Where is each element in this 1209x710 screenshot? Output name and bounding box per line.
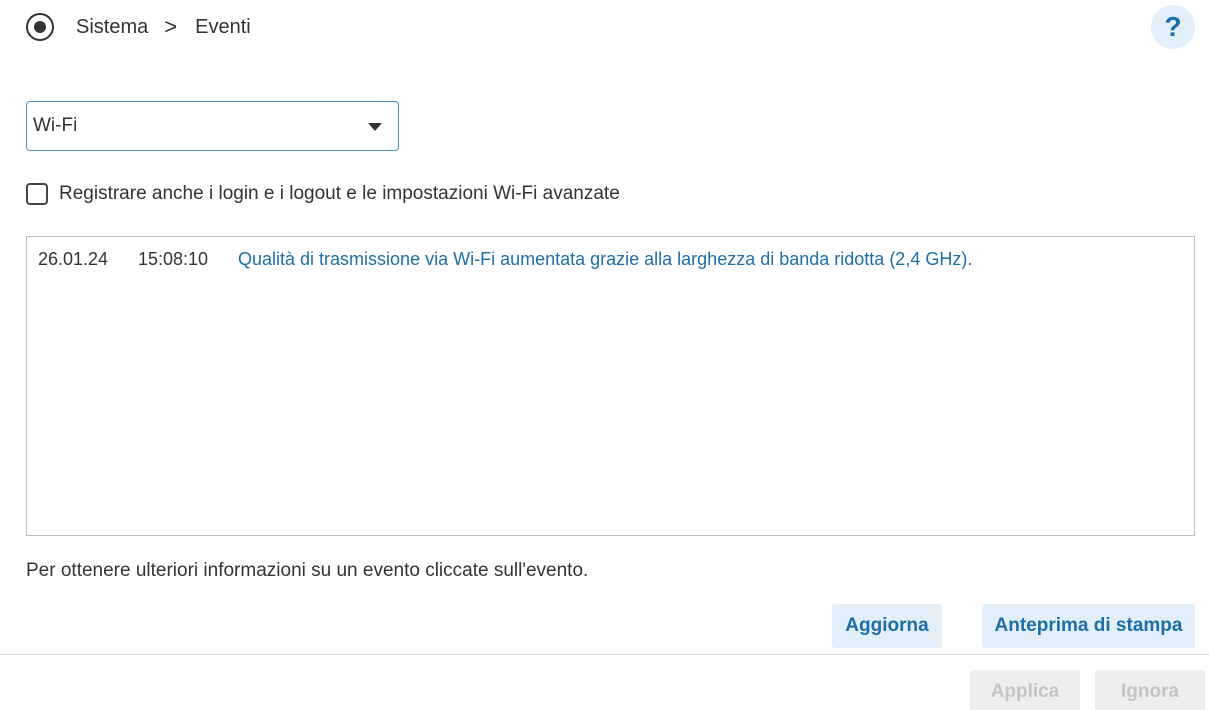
- event-filter-value: Wi-Fi: [33, 115, 78, 136]
- radio-target-icon: [26, 13, 54, 41]
- page: Sistema > Eventi ? Wi-Fi Registrare anch…: [0, 0, 1209, 710]
- breadcrumb: Sistema > Eventi: [26, 10, 251, 44]
- breadcrumb-section[interactable]: Sistema: [76, 16, 148, 39]
- event-message[interactable]: Qualità di trasmissione via Wi-Fi aument…: [238, 249, 972, 270]
- event-time: 15:08:10: [138, 248, 209, 269]
- log-login-option: Registrare anche i login e i logout e le…: [26, 183, 620, 205]
- apply-button[interactable]: Applica: [970, 670, 1080, 710]
- help-button[interactable]: ?: [1151, 5, 1195, 49]
- print-preview-button[interactable]: Anteprima di stampa: [982, 604, 1195, 648]
- breadcrumb-page: Eventi: [195, 15, 251, 38]
- hint-text: Per ottenere ulteriori informazioni su u…: [26, 560, 589, 581]
- event-row[interactable]: 26.01.24 15:08:10 Qualità di trasmission…: [27, 237, 1194, 281]
- chevron-right-icon: >: [164, 14, 178, 39]
- refresh-button[interactable]: Aggiorna: [832, 604, 942, 648]
- log-login-checkbox[interactable]: [26, 183, 48, 205]
- event-date: 26.01.24: [38, 248, 109, 269]
- log-login-label[interactable]: Registrare anche i login e i logout e le…: [59, 183, 620, 205]
- caret-down-icon: [368, 123, 382, 131]
- divider: [0, 654, 1209, 655]
- ignore-button[interactable]: Ignora: [1095, 670, 1205, 710]
- event-list: 26.01.24 15:08:10 Qualità di trasmission…: [26, 236, 1195, 536]
- event-filter-select[interactable]: Wi-Fi: [26, 101, 399, 151]
